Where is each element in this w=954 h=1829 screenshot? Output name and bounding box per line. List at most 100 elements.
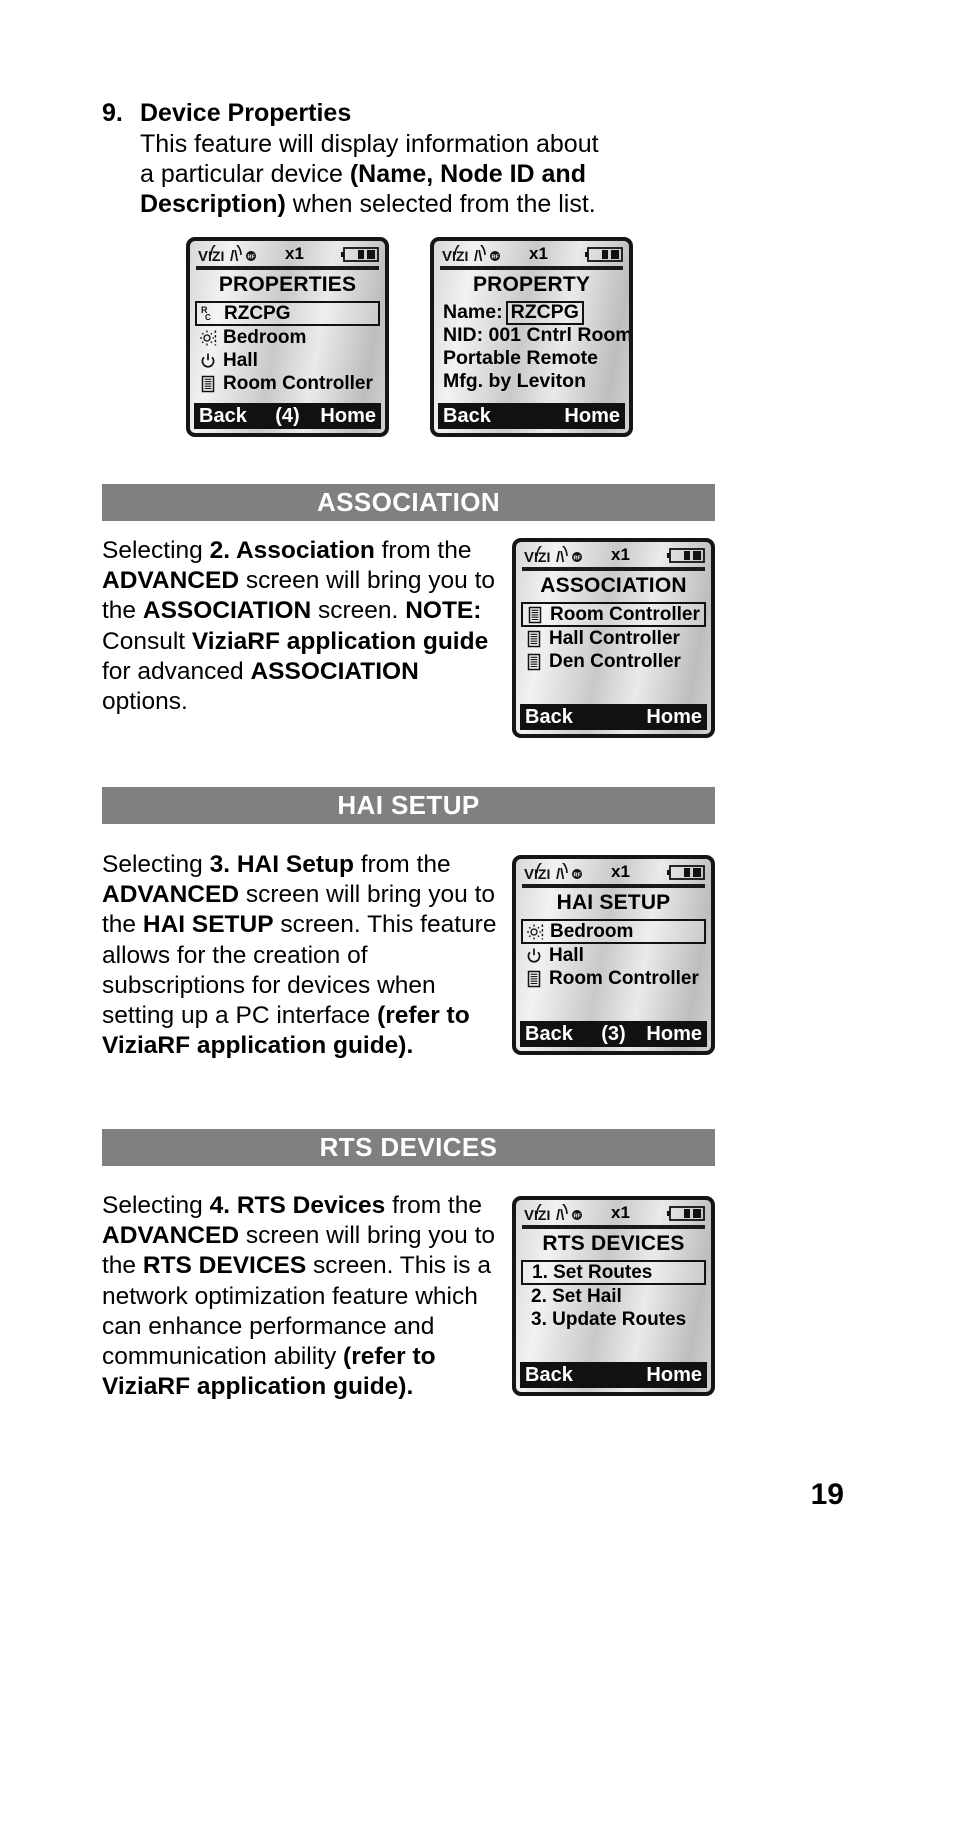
text-run-bold: ASSOCIATION [142, 597, 312, 625]
list-item[interactable]: Room Controller [195, 372, 380, 395]
list-item-label: RZCPG [224, 302, 291, 324]
text-run-bold: RTS DEVICES [142, 1252, 307, 1280]
section-body-hai-setup: Selecting 3. HAI Setup from the ADVANCED… [102, 850, 497, 1061]
list-item[interactable]: Bedroom [521, 919, 706, 944]
device-screen-property: V IZI /\ RF x1 PROPERTY Name: RZCPG NID:… [430, 237, 633, 437]
device-status-bar: V IZI /\ RF x1 [516, 542, 711, 566]
item-paragraph: This feature will display information ab… [140, 129, 662, 219]
list-item[interactable]: Bedroom [195, 326, 380, 349]
svg-text:RF: RF [574, 556, 582, 562]
name-label: Name: [443, 301, 503, 323]
document-page: 9. Device Properties This feature will d… [0, 0, 954, 1829]
back-button[interactable]: Back [525, 1023, 573, 1046]
text-run-bold: 4. RTS Devices [209, 1192, 386, 1219]
back-button[interactable]: Back [199, 405, 247, 428]
back-button[interactable]: Back [443, 405, 491, 428]
battery-full-icon [667, 1205, 705, 1221]
vizia-rf-logo: V IZI /\ RF [523, 1204, 585, 1222]
text-run-bold: NOTE: [405, 597, 482, 625]
device-screen-hai-setup: V IZI /\ RF x1 HAI SETUP Bedroom Hall Ro… [512, 855, 715, 1055]
text-run: from the [353, 851, 451, 878]
svg-text:IZI: IZI [534, 866, 550, 881]
device-status-bar: V IZI /\ RF x1 [434, 241, 629, 265]
device-status-bar: V IZI /\ RF x1 [190, 241, 385, 265]
intro-line-2b: (Name, Node ID and [349, 160, 586, 188]
list-item[interactable]: R C RZCPG [195, 301, 380, 326]
text-run: Selecting [102, 851, 210, 878]
svg-text:/\: /\ [556, 549, 565, 564]
back-button[interactable]: Back [525, 1364, 573, 1387]
intro-line-2a: a particular device [140, 160, 350, 188]
section-header-label: ASSOCIATION [316, 487, 501, 517]
device-footer: Back Home [520, 704, 707, 730]
property-row-mfg: Mfg. by Leviton [443, 370, 586, 392]
device-screen-rts-devices: V IZI /\ RF x1 RTS DEVICES 1. Set Routes… [512, 1196, 715, 1396]
power-switch-icon [523, 947, 545, 965]
list-item-label: Room Controller [223, 372, 373, 394]
device-list: R C RZCPG Bedroom Hall Room Controller [190, 301, 385, 403]
name-value[interactable]: RZCPG [505, 300, 584, 325]
text-run: from the [385, 1192, 482, 1219]
section-body-rts-devices: Selecting 4. RTS Devices from the ADVANC… [102, 1191, 497, 1402]
device-title: ASSOCIATION [540, 574, 687, 597]
home-button[interactable]: Home [646, 706, 702, 729]
svg-text:V: V [524, 866, 534, 881]
vizia-rf-logo: V IZI /\ RF [523, 546, 585, 564]
list-item[interactable]: 3. Update Routes [521, 1308, 706, 1331]
svg-text:/\: /\ [556, 1207, 565, 1222]
list-item[interactable]: Room Controller [521, 602, 706, 627]
device-detail-list: Name: RZCPG NID: 001 Cntrl Room Portable… [434, 300, 629, 403]
home-button[interactable]: Home [646, 1023, 702, 1046]
vizia-rf-logo: V IZI /\ RF [197, 245, 259, 263]
dimmer-brightness-icon [197, 329, 219, 347]
home-button[interactable]: Home [646, 1364, 702, 1387]
list-item[interactable]: Hall [195, 349, 380, 372]
text-run-bold: ASSOCIATION [250, 657, 419, 685]
device-title: PROPERTIES [218, 273, 357, 296]
device-list: 1. Set Routes 2. Set Hail 3. Update Rout… [516, 1260, 711, 1362]
text-run: for advanced [102, 657, 251, 685]
list-item-label: 1. Set Routes [532, 1261, 653, 1283]
device-multiplier: x1 [611, 545, 630, 564]
home-button[interactable]: Home [564, 405, 620, 428]
dimmer-brightness-icon [524, 923, 546, 941]
device-screen-properties: V IZI /\ RF x1 PROPERTIES R C RZCPG Bedr… [186, 237, 389, 437]
device-multiplier: x1 [611, 862, 630, 881]
text-run-bold: ADVANCED [102, 1222, 240, 1250]
svg-text:V: V [198, 248, 208, 263]
list-item-label: Den Controller [549, 650, 681, 672]
text-run: screen. [311, 597, 406, 625]
list-item[interactable]: Den Controller [521, 650, 706, 673]
list-item[interactable]: Hall [521, 944, 706, 967]
list-item-label: 3. Update Routes [531, 1308, 687, 1330]
list-item[interactable]: 2. Set Hail [521, 1285, 706, 1308]
remote-control-icon: R C [198, 305, 220, 323]
list-item-label: 2. Set Hail [531, 1285, 622, 1307]
section-header-association: ASSOCIATION [102, 484, 715, 521]
list-item[interactable]: Room Controller [521, 967, 706, 990]
intro-line-3b: Description) [140, 190, 286, 218]
list-item[interactable]: Hall Controller [521, 627, 706, 650]
item-title: Device Properties [140, 99, 352, 127]
section-header-hai-setup: HAI SETUP [102, 787, 715, 824]
battery-full-icon [667, 864, 705, 880]
property-row-type: Portable Remote [443, 347, 598, 369]
list-item[interactable]: 1. Set Routes [521, 1260, 706, 1285]
list-item-label: Hall [549, 944, 584, 966]
svg-text:RF: RF [492, 255, 500, 261]
room-controller-icon [523, 630, 545, 648]
list-item-label: Room Controller [550, 603, 700, 625]
svg-text:V: V [442, 248, 452, 263]
text-run-bold: ADVANCED [102, 567, 240, 595]
list-item-label: Hall Controller [549, 627, 680, 649]
back-button[interactable]: Back [525, 706, 573, 729]
device-multiplier: x1 [611, 1203, 630, 1222]
home-button[interactable]: Home [320, 405, 376, 428]
device-title: PROPERTY [472, 273, 591, 296]
property-row-name: Name: RZCPG [439, 300, 624, 325]
text-run-bold: 2. Association [209, 537, 375, 564]
svg-text:C: C [205, 313, 211, 322]
list-item-label: Hall [223, 349, 258, 371]
device-title: RTS DEVICES [542, 1232, 685, 1255]
text-run-bold: ViziaRF application guide [191, 627, 489, 655]
